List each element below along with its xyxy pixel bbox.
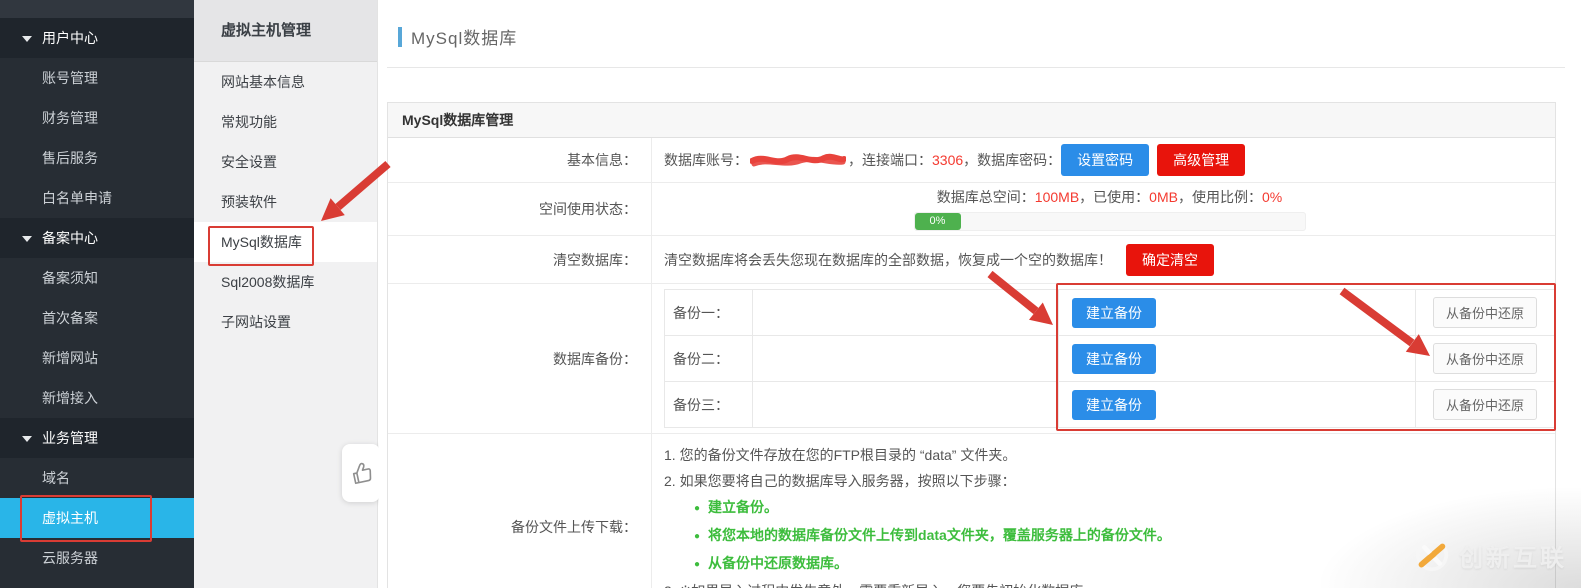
clear-database-content: 清空数据库将会丢失您现在数据库的全部数据，恢复成一个空的数据库！ 确定清空 [652, 236, 1555, 283]
app-window: 用户中心 账号管理 财务管理 售后服务 白名单申请 备案中心 备案须知 首次备案… [0, 0, 1581, 588]
password-label: ，数据库密码： [963, 152, 1062, 168]
secondary-sidebar: 虚拟主机管理 网站基本信息 常规功能 安全设置 预装软件 MySql数据库 Sq… [194, 0, 380, 588]
primary-sidebar: 用户中心 账号管理 财务管理 售后服务 白名单申请 备案中心 备案须知 首次备案… [0, 0, 194, 588]
chevron-down-icon [22, 436, 32, 442]
sidebar-section-business-management[interactable]: 业务管理 [0, 418, 194, 458]
secondary-sidebar-title: 虚拟主机管理 [194, 0, 377, 62]
row-label: 基本信息： [388, 138, 652, 182]
sidebar-item-after-sales[interactable]: 售后服务 [0, 138, 194, 178]
submenu-item-general-functions[interactable]: 常规功能 [194, 102, 377, 142]
page-title: MySql数据库 [398, 24, 517, 49]
backup-table: 备份一： 建立备份 从备份中还原 备份二： 建立备份 从备份中还原 备份三： 建… [664, 289, 1555, 428]
backup-slot-label: 备份一： [665, 290, 753, 335]
submenu-item-subsite-settings[interactable]: 子网站设置 [194, 302, 377, 342]
row-label: 备份文件上传下载： [388, 434, 652, 588]
usage-progress-track: 0% [913, 212, 1306, 231]
instruction-bullet-2: ● 将您本地的数据库备份文件上传到data文件夹，覆盖服务器上的备份文件。 [694, 527, 1171, 543]
title-divider [387, 67, 1565, 68]
usage-progress-fill: 0% [914, 213, 961, 230]
collapse-handle[interactable] [342, 444, 380, 502]
backup-row-1: 备份一： 建立备份 从备份中还原 [665, 290, 1554, 336]
redacted-account-scribble [750, 153, 846, 167]
row-label: 空间使用状态： [388, 183, 652, 235]
space-usage-text: 数据库总空间：100MB，已使用：0MB，使用比例：0% [936, 189, 1283, 205]
sidebar-section-label: 业务管理 [42, 430, 98, 446]
main-content: MySql数据库 MySql数据库管理 基本信息： 数据库账号： ，连接端口： … [379, 0, 1581, 588]
sidebar-section-label: 用户中心 [42, 30, 98, 46]
title-accent-bar [398, 26, 402, 47]
clear-database-row: 清空数据库： 清空数据库将会丢失您现在数据库的全部数据，恢复成一个空的数据库！ … [388, 236, 1555, 284]
backup-slot-info [753, 382, 1059, 427]
port-value: 3306 [932, 152, 964, 168]
row-label: 数据库备份： [388, 284, 652, 433]
submenu-item-preinstalled-software[interactable]: 预装软件 [194, 182, 377, 222]
restore-backup-button-1[interactable]: 从备份中还原 [1432, 297, 1537, 328]
sidebar-item-domain[interactable]: 域名 [0, 458, 194, 498]
usage-ratio-value: 0% [1261, 189, 1283, 205]
restore-backup-button-3[interactable]: 从备份中还原 [1432, 389, 1537, 420]
bullet-dot-icon: ● [694, 559, 701, 570]
restore-backup-button-2[interactable]: 从备份中还原 [1432, 343, 1537, 374]
sidebar-section-user-center[interactable]: 用户中心 [0, 18, 194, 58]
backup-slot-info [753, 290, 1059, 335]
instruction-line-1: 1. 您的备份文件存放在您的FTP根目录的 “data” 文件夹。 [664, 447, 1017, 463]
sidebar-section-filing-center[interactable]: 备案中心 [0, 218, 194, 258]
backup-row-2: 备份二： 建立备份 从备份中还原 [665, 336, 1554, 382]
sidebar-section-label: 备案中心 [42, 230, 98, 246]
bullet-dot-icon: ● [694, 503, 701, 514]
instruction-bullet-3: ● 从备份中还原数据库。 [694, 555, 849, 571]
submenu-item-site-basic-info[interactable]: 网站基本信息 [194, 62, 377, 102]
basic-info-content: 数据库账号： ，连接端口： 3306 ，数据库密码： 设置密码 高级管理 [652, 138, 1555, 182]
thumb-up-icon [352, 462, 372, 485]
backup-upload-content: 1. 您的备份文件存放在您的FTP根目录的 “data” 文件夹。 2. 如果您… [652, 434, 1555, 588]
create-backup-button-1[interactable]: 建立备份 [1072, 297, 1156, 328]
backup-slot-label: 备份三： [665, 382, 753, 427]
submenu-item-mysql-database[interactable]: MySql数据库 [194, 222, 377, 262]
instruction-line-2: 2. 如果您要将自己的数据库导入服务器，按照以下步骤： [664, 473, 1016, 489]
panel-header: MySql数据库管理 [388, 103, 1555, 138]
chevron-down-icon [22, 36, 32, 42]
total-space-value: 100MB [1034, 189, 1080, 205]
database-backup-content: 备份一： 建立备份 从备份中还原 备份二： 建立备份 从备份中还原 备份三： 建… [652, 284, 1555, 433]
port-label: ，连接端口： [848, 152, 932, 168]
create-backup-button-3[interactable]: 建立备份 [1072, 389, 1156, 420]
sidebar-item-first-filing[interactable]: 首次备案 [0, 298, 194, 338]
mysql-management-panel: MySql数据库管理 基本信息： 数据库账号： ，连接端口： 3306 ，数据库… [387, 102, 1556, 588]
sidebar-item-finance-management[interactable]: 财务管理 [0, 98, 194, 138]
chevron-down-icon [22, 236, 32, 242]
sidebar-item-cloud-server[interactable]: 云服务器 [0, 538, 194, 578]
sidebar-item-whitelist-apply[interactable]: 白名单申请 [0, 178, 194, 218]
used-space-value: 0MB [1149, 189, 1178, 205]
instruction-line-3: 3. ※如果导入过程中发生意外，需要重新导入，您要先初始化数据库。 [664, 578, 1171, 588]
backup-upload-row: 备份文件上传下载： 1. 您的备份文件存放在您的FTP根目录的 “data” 文… [388, 434, 1555, 588]
bullet-dot-icon: ● [694, 531, 701, 542]
space-usage-content: 数据库总空间：100MB，已使用：0MB，使用比例：0% 0% [652, 183, 1555, 235]
submenu-item-sql2008-database[interactable]: Sql2008数据库 [194, 262, 377, 302]
sidebar-top-strip [0, 0, 194, 18]
sidebar-item-filing-notice[interactable]: 备案须知 [0, 258, 194, 298]
create-backup-button-2[interactable]: 建立备份 [1072, 343, 1156, 374]
backup-row-3: 备份三： 建立备份 从备份中还原 [665, 382, 1554, 428]
backup-slot-info [753, 336, 1059, 381]
sidebar-item-virtual-host[interactable]: 虚拟主机 [0, 498, 194, 538]
advanced-manage-button[interactable]: 高级管理 [1157, 144, 1246, 176]
sidebar-item-add-access[interactable]: 新增接入 [0, 378, 194, 418]
space-usage-row: 空间使用状态： 数据库总空间：100MB，已使用：0MB，使用比例：0% 0% [388, 183, 1555, 236]
database-backup-row: 数据库备份： 备份一： 建立备份 从备份中还原 备份二： 建立备份 从备份中还原… [388, 284, 1555, 434]
row-label: 清空数据库： [388, 236, 652, 283]
clear-warning-text: 清空数据库将会丢失您现在数据库的全部数据，恢复成一个空的数据库！ [664, 251, 1112, 268]
backup-slot-label: 备份二： [665, 336, 753, 381]
account-label: 数据库账号： [664, 152, 748, 168]
sidebar-item-add-website[interactable]: 新增网站 [0, 338, 194, 378]
basic-info-row: 基本信息： 数据库账号： ，连接端口： 3306 ，数据库密码： 设置密码 高级… [388, 138, 1555, 183]
set-password-button[interactable]: 设置密码 [1061, 144, 1150, 176]
confirm-clear-button[interactable]: 确定清空 [1126, 243, 1214, 276]
submenu-item-security-settings[interactable]: 安全设置 [194, 142, 377, 182]
instruction-bullet-1: ● 建立备份。 [694, 499, 779, 515]
sidebar-item-account-management[interactable]: 账号管理 [0, 58, 194, 98]
